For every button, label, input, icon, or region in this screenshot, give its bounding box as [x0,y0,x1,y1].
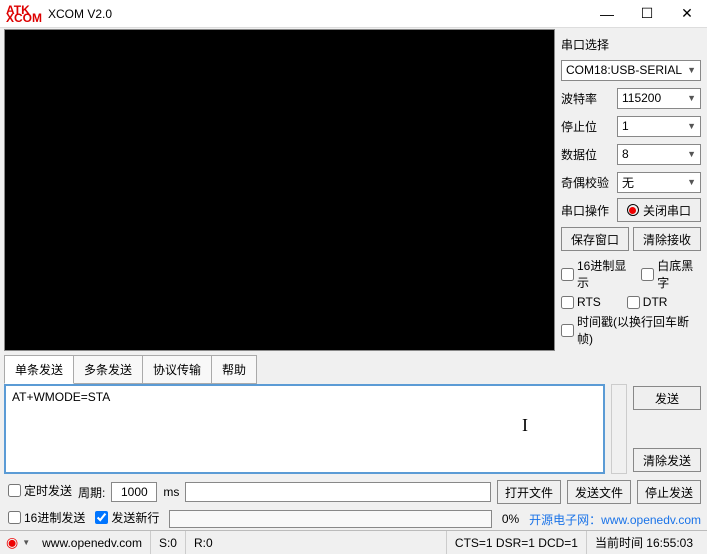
status-sent: S:0 [151,531,186,554]
status-signals: CTS=1 DSR=1 DCD=1 [447,531,587,554]
tab-single-send[interactable]: 单条发送 [4,355,74,384]
timestamp-checkbox[interactable]: 时间戳(以换行回车断帧) [561,313,701,347]
send-file-button[interactable]: 发送文件 [567,480,631,504]
progress-bar [169,510,491,528]
close-port-button[interactable]: 关闭串口 [617,198,701,222]
chevron-down-icon[interactable]: ▼ [18,538,34,547]
stop-select[interactable]: 1 ▼ [617,116,701,137]
newline-checkbox[interactable]: 发送新行 [95,509,159,526]
file-path-input[interactable] [185,482,491,502]
app-logo: ATKXCOM [6,6,42,22]
scrollbar[interactable] [611,384,627,474]
white-bg-checkbox[interactable]: 白底黑字 [641,257,701,291]
clear-recv-button[interactable]: 清除接收 [633,227,701,251]
chevron-down-icon: ▼ [687,177,696,187]
hex-display-checkbox[interactable]: 16进制显示 [561,257,633,291]
baud-select[interactable]: 115200 ▼ [617,88,701,109]
open-file-button[interactable]: 打开文件 [497,480,561,504]
tab-multi-send[interactable]: 多条发送 [73,355,143,384]
data-label: 数据位 [561,146,617,163]
parity-select[interactable]: 无 ▼ [617,172,701,193]
tab-protocol[interactable]: 协议传输 [142,355,212,384]
chevron-down-icon: ▼ [687,121,696,131]
chevron-down-icon: ▼ [687,149,696,159]
dtr-checkbox[interactable]: DTR [627,295,668,309]
chevron-down-icon: ▼ [687,93,696,103]
period-label: 周期: [78,484,105,501]
hex-send-checkbox[interactable]: 16进制发送 [8,509,85,526]
status-time: 当前时间 16:55:03 [587,531,701,554]
rts-checkbox[interactable]: RTS [561,295,601,309]
clear-send-button[interactable]: 清除发送 [633,448,701,472]
status-recv: R:0 [186,531,447,554]
chevron-down-icon: ▼ [687,65,696,75]
send-input[interactable] [4,384,605,474]
watermark-link[interactable]: 开源电子网：www.openedv.com [529,511,701,528]
send-button[interactable]: 发送 [633,386,701,410]
save-window-button[interactable]: 保存窗口 [561,227,629,251]
stop-label: 停止位 [561,118,617,135]
maximize-button[interactable]: ☐ [627,0,667,28]
period-input[interactable] [111,482,157,502]
baud-label: 波特率 [561,90,617,107]
parity-label: 奇偶校验 [561,174,617,191]
op-label: 串口操作 [561,202,617,219]
record-icon [627,204,639,216]
timed-send-checkbox[interactable]: 定时发送 [8,482,72,499]
status-url[interactable]: www.openedv.com [34,531,151,554]
data-select[interactable]: 8 ▼ [617,144,701,165]
ms-label: ms [163,485,179,499]
close-button[interactable]: ✕ [667,0,707,28]
window-title: XCOM V2.0 [48,7,587,21]
minimize-button[interactable]: — [587,0,627,28]
progress-percent: 0% [502,512,519,526]
serial-section-title: 串口选择 [561,36,701,53]
tab-help[interactable]: 帮助 [211,355,257,384]
status-icon: ◉ [6,534,18,551]
stop-send-button[interactable]: 停止发送 [637,480,701,504]
port-select[interactable]: COM18:USB-SERIAL ▼ [561,60,701,81]
receive-terminal[interactable] [4,29,555,351]
